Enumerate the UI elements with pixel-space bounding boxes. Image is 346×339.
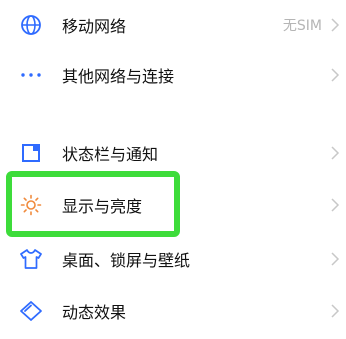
chevron-right-icon <box>331 252 340 266</box>
status-bar-icon <box>18 140 44 166</box>
settings-item-label: 桌面、锁屏与壁纸 <box>62 251 191 270</box>
settings-item-label: 动态效果 <box>62 303 127 322</box>
chevron-right-icon <box>331 146 340 160</box>
settings-item-desktop-lockscreen-wallpaper[interactable]: 桌面、锁屏与壁纸 <box>0 234 346 284</box>
settings-screen: 移动网络 无SIM 其他网络与连接 状态栏与通知 显示与亮度 桌面、锁屏与壁纸 … <box>0 0 346 339</box>
highlight-box <box>6 171 180 237</box>
shirt-icon <box>18 246 44 272</box>
globe-icon <box>18 12 44 38</box>
sim-status-value: 无SIM <box>282 18 322 34</box>
settings-item-mobile-network[interactable]: 移动网络 无SIM <box>0 0 346 50</box>
more-dots-icon <box>18 62 44 88</box>
diamond-icon <box>18 298 44 324</box>
settings-item-motion-effects[interactable]: 动态效果 <box>0 286 346 336</box>
chevron-right-icon <box>331 198 340 212</box>
settings-item-label: 移动网络 <box>62 17 127 36</box>
chevron-right-icon <box>331 304 340 318</box>
settings-item-label: 状态栏与通知 <box>62 145 159 164</box>
settings-item-other-networks[interactable]: 其他网络与连接 <box>0 50 346 100</box>
chevron-right-icon <box>331 68 340 82</box>
chevron-right-icon <box>331 18 340 32</box>
settings-item-label: 其他网络与连接 <box>62 67 175 86</box>
